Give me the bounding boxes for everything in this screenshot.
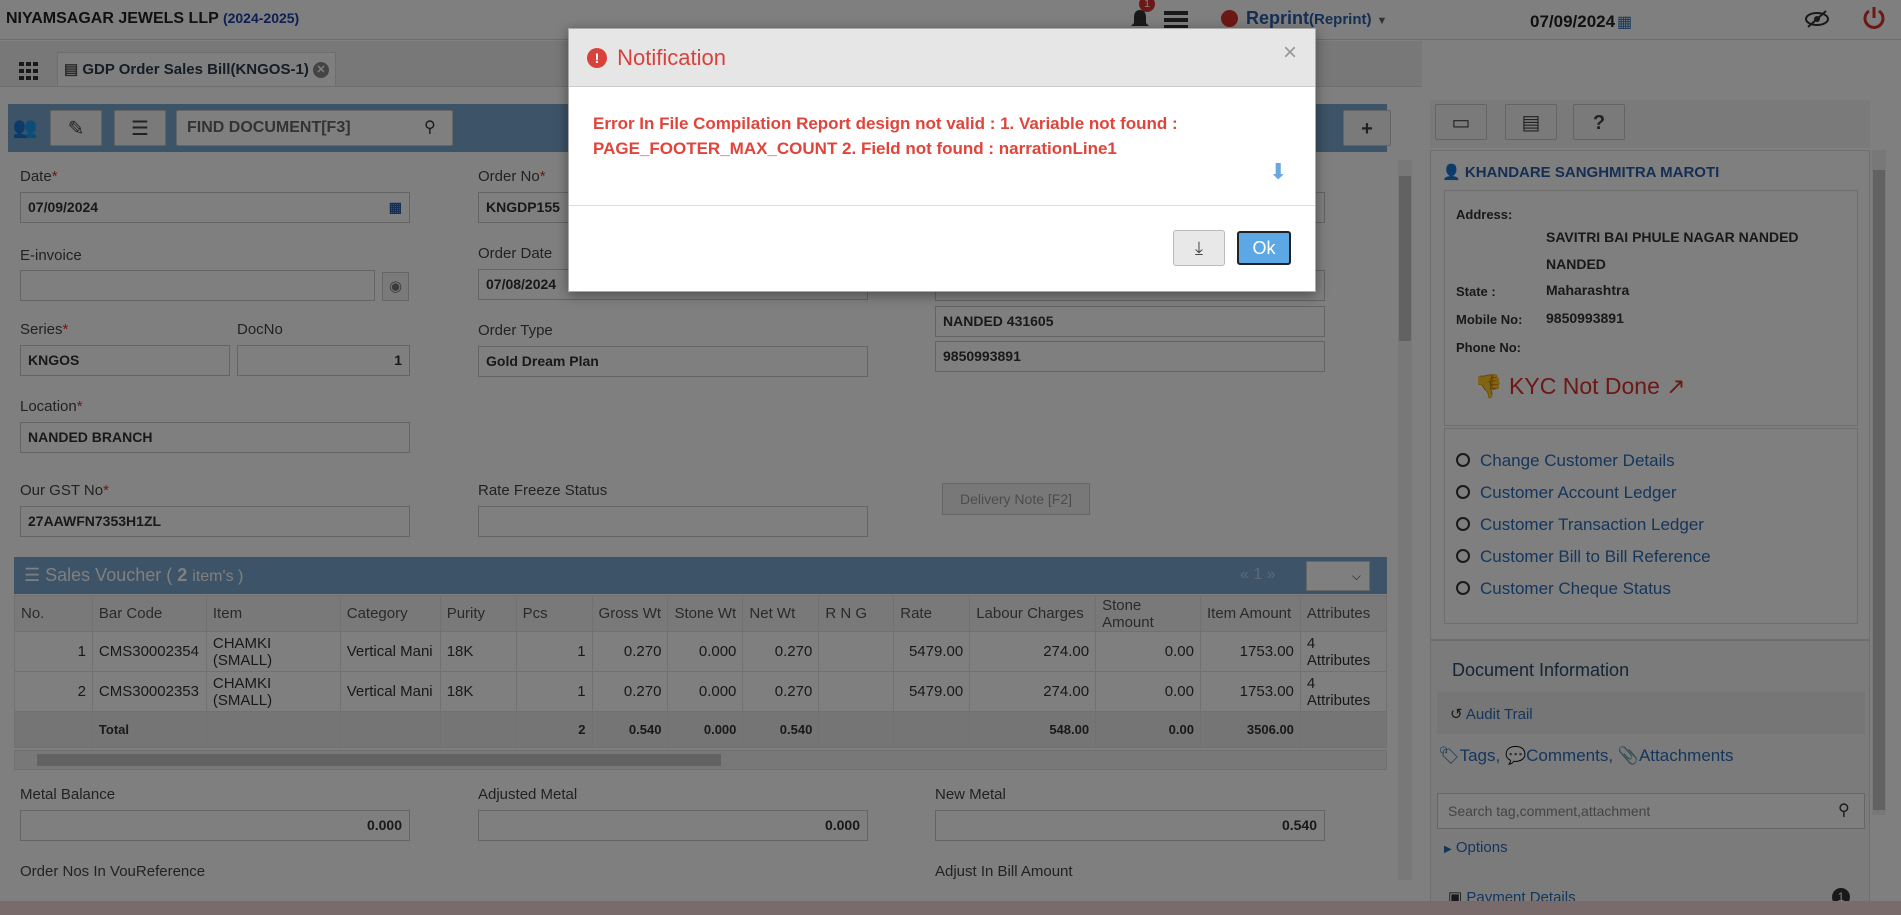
error-icon: !: [587, 48, 607, 68]
dialog-close-button[interactable]: ×: [1283, 39, 1297, 67]
dialog-title: ! Notification: [587, 45, 726, 71]
dialog-message: Error In File Compilation Report design …: [593, 114, 1178, 158]
notification-dialog: ! Notification × Error In File Compilati…: [568, 28, 1316, 292]
scroll-down-arrow-icon[interactable]: ⬇: [1269, 159, 1287, 185]
download-button[interactable]: ⤓: [1173, 230, 1225, 266]
ok-button[interactable]: Ok: [1237, 231, 1291, 265]
dialog-footer: [569, 205, 1315, 206]
